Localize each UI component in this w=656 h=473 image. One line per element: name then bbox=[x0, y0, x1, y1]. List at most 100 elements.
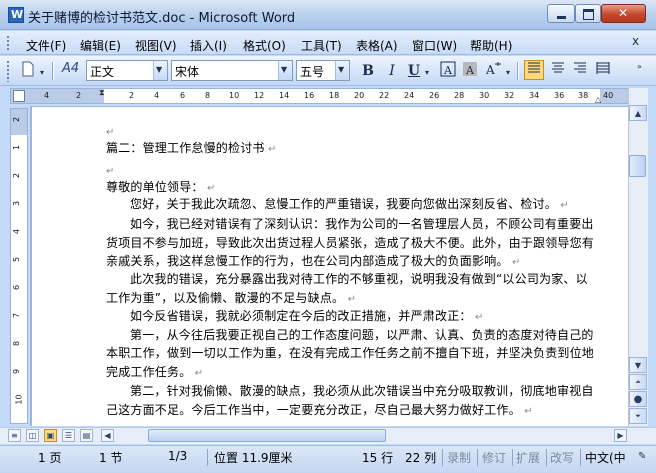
line-text: 第二，针对我偷懒、散漫的缺点，我必须从此次错误当中充分吸取教训，彻底地审视自 bbox=[130, 384, 594, 398]
menu-window[interactable]: 窗口(W) bbox=[412, 37, 457, 54]
status-language[interactable]: 中文(中 bbox=[585, 449, 626, 466]
status-separator bbox=[442, 449, 443, 466]
word-app-icon[interactable] bbox=[8, 7, 24, 23]
document-paragraph-line[interactable]: 如今，我已经对错误有了深刻认识：我作为公司的一名管理层人员，不顾公司有重要出 bbox=[130, 217, 594, 233]
status-overtype[interactable]: 改写 bbox=[550, 449, 574, 466]
menu-grip-handle[interactable] bbox=[6, 35, 10, 51]
ruler-tick-label: 4 bbox=[154, 91, 160, 100]
align-justify-button[interactable] bbox=[524, 60, 544, 80]
vertical-ruler bbox=[10, 108, 28, 424]
document-paragraph-line[interactable]: 篇二：管理工作怠慢的检讨书 ↵ bbox=[106, 141, 277, 157]
outline-view-icon[interactable]: ☰ bbox=[62, 429, 75, 442]
previous-page-icon[interactable]: ⏶ bbox=[629, 374, 647, 390]
toolbar-overflow-icon[interactable]: » bbox=[637, 62, 647, 80]
scaling-chevron-icon[interactable]: ▾ bbox=[506, 68, 510, 77]
document-paragraph-line[interactable]: 货项目不参与加班，导致此次出货过程人员紧张，造成了极大不便。此外，由于跟领导您有 bbox=[106, 236, 594, 252]
vertical-scroll-thumb[interactable] bbox=[629, 155, 646, 177]
reading-view-icon[interactable]: ▤ bbox=[80, 429, 93, 442]
document-paragraph-line[interactable]: 您好，关于我此次疏忽、怠慢工作的严重错误，我要向您做出深刻反省、检讨。 ↵ bbox=[130, 197, 569, 213]
ruler-tick-label: 18 bbox=[329, 91, 340, 100]
ruler-tick-label: 24 bbox=[404, 91, 415, 100]
ruler-tick-label: 36 bbox=[554, 91, 565, 100]
document-paragraph-line[interactable]: 第二，针对我偷懒、散漫的缺点，我必须从此次错误当中充分吸取教训，彻底地审视自 bbox=[130, 384, 594, 400]
font-combo[interactable]: 宋体 bbox=[171, 60, 293, 81]
paragraph-mark-icon: ↵ bbox=[508, 257, 521, 268]
styles-formatting-icon[interactable]: A4 bbox=[62, 61, 79, 76]
distributed-align-button[interactable] bbox=[593, 61, 613, 81]
status-separator bbox=[477, 449, 478, 466]
italic-button[interactable]: I bbox=[382, 61, 402, 81]
document-paragraph-line[interactable]: 己这方面不足。今后工作当中，一定要充分改正，尽自己最大努力做好工作。 ↵ bbox=[106, 403, 533, 419]
toolbar-grip-handle[interactable] bbox=[6, 60, 10, 82]
indent-marker-icon[interactable]: ⧗ bbox=[99, 88, 105, 98]
menu-insert[interactable]: 插入(I) bbox=[190, 37, 227, 54]
style-combo[interactable]: 正文 bbox=[86, 60, 168, 81]
align-center-button[interactable] bbox=[548, 61, 568, 81]
chevron-down-icon[interactable] bbox=[335, 61, 349, 80]
menu-tools[interactable]: 工具(T) bbox=[301, 37, 342, 54]
horizontal-scroll-thumb[interactable] bbox=[148, 429, 386, 442]
document-paragraph-line[interactable]: 尊敬的单位领导： ↵ bbox=[106, 180, 216, 196]
close-button[interactable] bbox=[601, 4, 646, 23]
paragraph-mark-icon: ↵ bbox=[520, 406, 533, 417]
document-paragraph-line[interactable]: 完成工作任务。 ↵ bbox=[106, 365, 203, 381]
line-text: 此次我的错误，充分暴露出我对待工作的不够重视，说明我没有做到“以公司为家、以 bbox=[130, 272, 588, 286]
ruler-tick-label: 2 bbox=[76, 91, 82, 100]
chevron-down-icon[interactable] bbox=[278, 61, 292, 80]
document-paragraph-line[interactable]: ↵ bbox=[106, 124, 115, 140]
browse-object-icon[interactable]: ● bbox=[629, 391, 647, 407]
paragraph-mark-icon: ↵ bbox=[191, 368, 204, 379]
character-border-icon[interactable]: A bbox=[438, 61, 458, 81]
spelling-check-icon[interactable]: ✎ bbox=[638, 451, 646, 462]
document-paragraph-line[interactable]: 第一，从今往后我要正视自己的工作态度问题，以严肃、认真、负责的态度对待自己的 bbox=[130, 328, 594, 344]
toolbar-options-chevron-icon[interactable]: ▾ bbox=[40, 68, 44, 77]
status-separator bbox=[207, 449, 208, 466]
paragraph-mark-icon: ↵ bbox=[106, 166, 115, 177]
tab-selector-icon[interactable] bbox=[13, 90, 25, 102]
font-size-combo[interactable]: 五号 bbox=[296, 60, 350, 81]
web-view-icon[interactable]: ◫ bbox=[26, 429, 39, 442]
chevron-down-icon[interactable] bbox=[153, 61, 167, 80]
maximize-button[interactable] bbox=[575, 4, 601, 23]
scroll-right-icon[interactable]: ▶ bbox=[614, 429, 627, 442]
underline-button[interactable]: U bbox=[404, 61, 424, 81]
menu-view[interactable]: 视图(V) bbox=[135, 37, 177, 54]
status-record[interactable]: 录制 bbox=[447, 449, 471, 466]
normal-view-icon[interactable]: ≡ bbox=[8, 429, 21, 442]
menu-edit[interactable]: 编辑(E) bbox=[80, 37, 121, 54]
document-paragraph-line[interactable]: 此次我的错误，充分暴露出我对待工作的不够重视，说明我没有做到“以公司为家、以 bbox=[130, 272, 588, 288]
next-page-icon[interactable]: ⏷ bbox=[629, 408, 647, 424]
minimize-button[interactable] bbox=[547, 4, 575, 23]
document-paragraph-line[interactable]: 如今反省错误，我就必须制定在今后的改正措施，并严肃改正： ↵ bbox=[130, 309, 484, 325]
align-right-button[interactable] bbox=[570, 61, 590, 81]
underline-chevron-icon[interactable]: ▾ bbox=[425, 68, 429, 77]
document-paragraph-line[interactable]: 本职工作，做到一切以工作为重，在没有完成工作任务之前不擅自下班，并坚决负责到位地 bbox=[106, 346, 594, 362]
document-paragraph-line[interactable]: 亲戚关系，我这样怠慢工作的行为，也在公司内部造成了极大的负面影响。 ↵ bbox=[106, 254, 521, 270]
right-indent-marker-icon[interactable]: △ bbox=[595, 95, 601, 104]
vertical-ruler-tick-label: 8 bbox=[12, 340, 22, 347]
status-separator bbox=[546, 449, 547, 466]
menu-help[interactable]: 帮助(H) bbox=[470, 37, 512, 54]
document-paragraph-line[interactable]: ↵ bbox=[106, 163, 115, 179]
line-text: 完成工作任务。 bbox=[106, 365, 192, 379]
character-shading-icon[interactable]: A bbox=[460, 61, 480, 81]
new-document-icon[interactable] bbox=[18, 61, 38, 81]
menu-table[interactable]: 表格(A) bbox=[356, 37, 398, 54]
scroll-left-icon[interactable]: ◀ bbox=[101, 429, 114, 442]
menu-file[interactable]: 文件(F) bbox=[26, 37, 66, 54]
status-extend[interactable]: 扩展 bbox=[516, 449, 540, 466]
document-paragraph-line[interactable]: 工作为重”，以及偷懒、散漫的不足与缺点。 ↵ bbox=[106, 291, 356, 307]
line-text: 亲戚关系，我这样怠慢工作的行为，也在公司内部造成了极大的负面影响。 bbox=[106, 254, 509, 268]
print-view-icon[interactable]: ▣ bbox=[44, 429, 57, 442]
menu-format[interactable]: 格式(O) bbox=[243, 37, 286, 54]
ruler-tick-label: 40 bbox=[603, 91, 614, 100]
status-page-of: 1/3 bbox=[168, 449, 188, 463]
character-scaling-icon[interactable]: A bbox=[484, 61, 504, 81]
status-track-changes[interactable]: 修订 bbox=[482, 449, 506, 466]
scroll-down-icon[interactable]: ▼ bbox=[629, 357, 647, 373]
scroll-up-icon[interactable]: ▲ bbox=[629, 105, 647, 121]
bold-button[interactable]: B bbox=[358, 61, 378, 81]
line-text: 第一，从今往后我要正视自己的工作态度问题，以严肃、认真、负责的态度对待自己的 bbox=[130, 328, 594, 342]
document-close-icon[interactable]: x bbox=[632, 34, 639, 48]
line-text: 己这方面不足。今后工作当中，一定要充分改正，尽自己最大努力做好工作。 bbox=[106, 403, 521, 417]
